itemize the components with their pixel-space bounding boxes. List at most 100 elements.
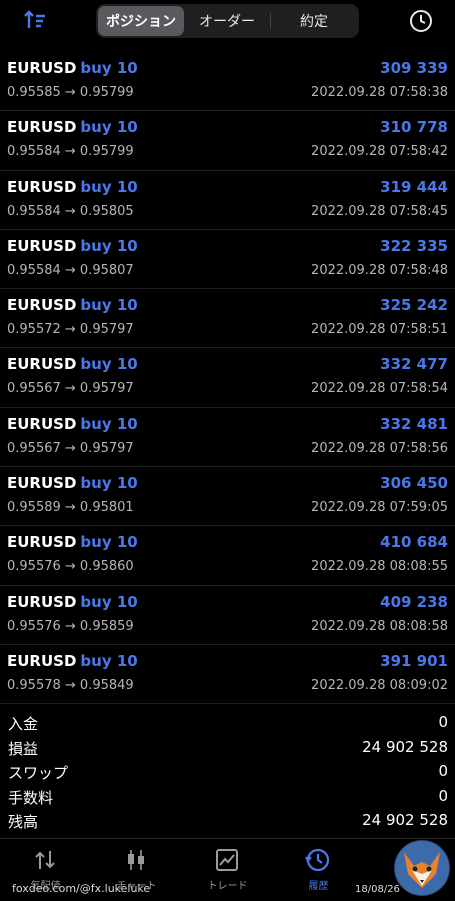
deal-row[interactable]: EURUSD buy 10 319 444 0.95584 → 0.95805 2022… [0,171,455,230]
summary-label: 損益 [8,739,39,758]
deal-time: 2022.09.28 08:08:58 [311,618,448,634]
deal-prices: 0.95584 → 0.95807 [7,262,134,278]
deal-side: buy 10 [80,355,138,374]
tab-deals[interactable]: 約定 [271,6,357,36]
deal-symbol-text: EURUSD [7,296,77,315]
quotes-icon [35,851,55,869]
deal-side: buy 10 [80,59,138,77]
segmented-control: ポジション オーダー 約定 [96,4,359,38]
summary-label: 入金 [8,715,39,733]
summary-value: 0 [438,713,448,731]
deal-side: buy 10 [80,651,138,670]
summary-label: 残高 [8,813,39,831]
deal-row[interactable]: EURUSD buy 10 391 901 0.95578 → 0.95849 2022… [0,645,455,705]
deal-row[interactable]: EURUSD buy 10 310 778 0.95584 → 0.95799 2022… [0,111,455,171]
deal-prices: 0.95567 → 0.95797 [7,381,134,397]
deal-profit: 310 778 [380,118,448,137]
summary-row: 損益 24 902 528 [0,735,455,760]
deal-profit: 306 450 [380,474,448,493]
history-icon [305,848,330,872]
deal-prices: 0.95572 → 0.95797 [7,322,134,338]
deal-time: 2022.09.28 07:58:42 [311,144,448,160]
deal-time: 2022.09.28 08:09:02 [311,677,448,693]
deal-time: 2022.09.28 08:08:55 [311,559,448,575]
nav-trade[interactable]: トレード [182,839,273,901]
deal-row[interactable]: EURUSD buy 10 325 242 0.95572 → 0.95797 2022… [0,289,455,349]
deal-symbol: EURUSD buy 10 [7,178,138,196]
deal-profit: 309 339 [380,59,448,77]
summary-label: 手数料 [8,788,54,807]
deal-symbol: EURUSD buy 10 [7,533,138,551]
deal-row[interactable]: EURUSD buy 10 332 481 0.95567 → 0.95797 2022… [0,408,455,468]
deal-prices: 0.95584 → 0.95799 [7,144,134,160]
overlay-date: 18/08/26 [355,884,400,895]
sort-arrows-icon[interactable] [22,8,48,34]
summary-label: スワップ [8,764,69,782]
deal-row[interactable]: EURUSD buy 10 332 477 0.95567 → 0.95797 2022… [0,348,455,408]
deal-symbol-text: EURUSD [7,177,77,196]
deal-symbol: EURUSD buy 10 [7,355,138,373]
deal-prices: 0.95576 → 0.95859 [7,618,134,634]
deal-prices: 0.95578 → 0.95849 [7,677,134,693]
deal-symbol: EURUSD buy 10 [7,59,138,77]
deal-side: buy 10 [80,118,138,137]
deal-time: 2022.09.28 07:59:05 [311,500,448,516]
tab-positions[interactable]: ポジション [98,6,184,36]
summary-value: 0 [438,786,448,805]
summary-panel: 入金 0 損益 24 902 528 スワップ 0 手数料 0 残高 24 902 528 [0,710,455,833]
trade-icon [216,849,238,871]
deal-profit: 409 238 [380,592,448,611]
nav-history[interactable]: 履歴 [273,839,364,901]
deal-prices: 0.95589 → 0.95801 [7,500,134,516]
deal-symbol: EURUSD buy 10 [7,652,138,670]
deal-symbol: EURUSD buy 10 [7,296,138,314]
summary-row: 手数料 0 [0,784,455,809]
deal-prices: 0.95576 → 0.95860 [7,559,134,575]
deal-time: 2022.09.28 07:58:56 [311,440,448,456]
summary-row: スワップ 0 [0,759,455,784]
top-bar: ポジション オーダー 約定 [0,0,455,46]
deal-prices: 0.95585 → 0.95799 [7,85,134,100]
nav-trade-label: トレード [207,881,248,892]
deal-time: 2022.09.28 07:58:51 [311,322,448,338]
deal-row[interactable]: EURUSD buy 10 306 450 0.95589 → 0.95801 2022… [0,467,455,527]
deal-time: 2022.09.28 07:58:38 [311,85,448,100]
clock-icon[interactable] [408,8,434,34]
deal-symbol-text: EURUSD [7,651,77,670]
nav-history-label: 履歴 [308,881,329,892]
deal-side: buy 10 [80,533,138,552]
summary-value: 24 902 528 [362,737,448,756]
deal-profit: 319 444 [380,177,448,196]
deal-profit: 332 477 [380,355,448,374]
deal-profit: 325 242 [380,296,448,315]
deal-symbol-text: EURUSD [7,355,77,374]
deal-profit: 410 684 [380,533,448,552]
deal-symbol-text: EURUSD [7,118,77,137]
deal-side: buy 10 [80,296,138,315]
tab-orders[interactable]: オーダー [184,6,270,36]
fox-avatar [394,840,450,896]
summary-row: 入金 0 [0,710,455,735]
deal-profit: 332 481 [380,414,448,433]
deal-symbol: EURUSD buy 10 [7,593,138,611]
deal-row[interactable]: EURUSD buy 10 410 684 0.95576 → 0.95860 2022… [0,526,455,586]
deal-symbol-text: EURUSD [7,474,77,493]
deal-symbol: EURUSD buy 10 [7,118,138,136]
deal-side: buy 10 [80,414,138,433]
deal-symbol-text: EURUSD [7,414,77,433]
deal-symbol-text: EURUSD [7,59,77,77]
summary-value: 24 902 528 [362,811,448,829]
deal-symbol: EURUSD buy 10 [7,415,138,433]
summary-value: 0 [438,762,448,780]
deal-profit: 391 901 [380,651,448,670]
deal-prices: 0.95584 → 0.95805 [7,203,134,219]
deal-side: buy 10 [80,236,138,255]
deal-row[interactable]: EURUSD buy 10 322 335 0.95584 → 0.95807 2022… [0,230,455,290]
deal-symbol-text: EURUSD [7,533,77,552]
deal-time: 2022.09.28 07:58:54 [311,381,448,397]
deal-row[interactable]: EURUSD buy 10 309 339 0.95585 → 0.95799 2022… [0,52,455,112]
deal-row[interactable]: EURUSD buy 10 409 238 0.95576 → 0.95859 2022… [0,586,455,645]
deal-symbol-text: EURUSD [7,592,77,611]
deal-symbol: EURUSD buy 10 [7,237,138,255]
deal-list: EURUSD buy 10 309 339 0.95585 → 0.95799 2022… [0,52,455,705]
